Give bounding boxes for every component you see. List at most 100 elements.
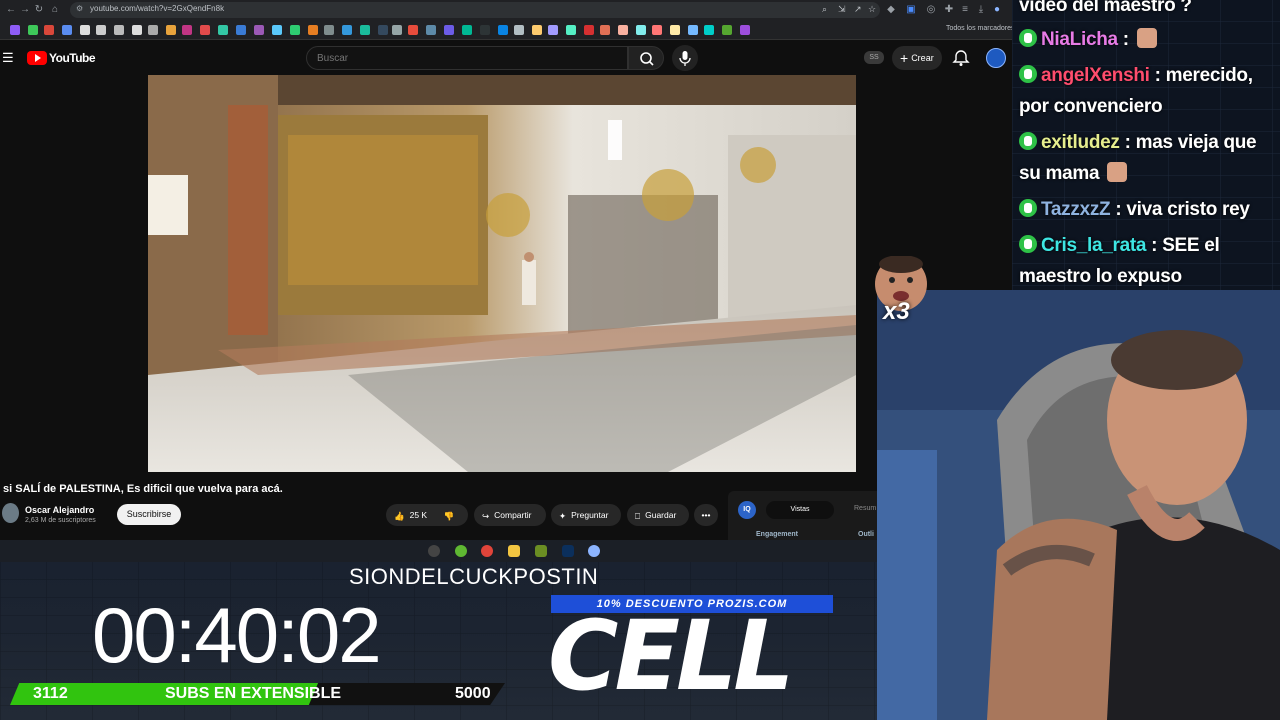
bookmark-icon[interactable] bbox=[514, 25, 524, 35]
tab-views[interactable]: Vistas bbox=[766, 501, 834, 519]
bookmark-icon[interactable] bbox=[636, 25, 646, 35]
more-actions-button[interactable]: ••• bbox=[694, 504, 718, 526]
photoshop-icon[interactable] bbox=[562, 545, 574, 557]
bookmark-star-icon[interactable]: ☆ bbox=[868, 4, 876, 15]
chat-message-text: : bbox=[1117, 29, 1134, 50]
bookmark-icon[interactable] bbox=[236, 25, 246, 35]
bookmark-icon[interactable] bbox=[652, 25, 662, 35]
bookmark-icon[interactable] bbox=[600, 25, 610, 35]
profile-icon[interactable]: ● bbox=[990, 3, 1004, 17]
bookmark-icon[interactable] bbox=[96, 25, 106, 35]
bookmark-icon[interactable] bbox=[80, 25, 90, 35]
bookmark-icon[interactable] bbox=[114, 25, 124, 35]
bookmark-icon[interactable] bbox=[290, 25, 300, 35]
bookmark-icon[interactable] bbox=[566, 25, 576, 35]
dislike-thumb-icon[interactable]: 👎 bbox=[443, 505, 454, 527]
bookmark-icon[interactable] bbox=[408, 25, 418, 35]
reload-icon[interactable]: ↻ bbox=[32, 3, 46, 17]
site-info-icon[interactable]: ⚙ bbox=[76, 4, 83, 13]
chrome-icon[interactable] bbox=[481, 545, 493, 557]
youtube-logo-icon[interactable] bbox=[27, 51, 47, 65]
back-icon[interactable]: ← bbox=[4, 3, 18, 17]
subscribe-button[interactable]: Suscribirse bbox=[117, 504, 181, 525]
bookmark-icon[interactable] bbox=[308, 25, 318, 35]
all-bookmarks-folder[interactable]: Todos los marcadores bbox=[946, 25, 1014, 32]
bookmark-icon[interactable] bbox=[722, 25, 732, 35]
channel-name[interactable]: Oscar Alejandro bbox=[25, 505, 94, 515]
search-field[interactable] bbox=[306, 46, 628, 70]
ss-badge[interactable]: SS bbox=[864, 51, 884, 64]
bookmark-icon[interactable] bbox=[254, 25, 264, 35]
bookmark-icon[interactable] bbox=[704, 25, 714, 35]
outline-label: Outli bbox=[858, 531, 874, 538]
share-icon[interactable]: ↗ bbox=[854, 4, 862, 15]
like-thumb-icon[interactable]: 👍 bbox=[394, 505, 405, 527]
bookmark-icon[interactable] bbox=[392, 25, 402, 35]
home-icon[interactable]: ⌂ bbox=[48, 3, 62, 17]
bookmark-icon[interactable] bbox=[480, 25, 490, 35]
bookmark-icon[interactable] bbox=[166, 25, 176, 35]
search-button[interactable] bbox=[628, 46, 664, 70]
save-button[interactable]: ⎕ Guardar bbox=[627, 504, 689, 526]
extensions-puzzle-icon[interactable]: ✚ bbox=[942, 3, 956, 17]
taskbar-app-icon[interactable] bbox=[535, 545, 547, 557]
bookmark-icon[interactable] bbox=[618, 25, 628, 35]
bookmark-icon[interactable] bbox=[462, 25, 472, 35]
address-bar[interactable]: ⚙ youtube.com/watch?v=2GxQendFn8k ⌕ ⇲ ↗ … bbox=[70, 2, 880, 18]
bookmark-icon[interactable] bbox=[342, 25, 352, 35]
bookmark-icon[interactable] bbox=[498, 25, 508, 35]
notifications-bell-icon[interactable] bbox=[952, 49, 970, 67]
bookmark-icon[interactable] bbox=[584, 25, 594, 35]
taskbar-app-icon[interactable] bbox=[455, 545, 467, 557]
bookmark-icon[interactable] bbox=[532, 25, 542, 35]
user-avatar[interactable] bbox=[986, 48, 1006, 68]
bookmark-icon[interactable] bbox=[548, 25, 558, 35]
bookmark-icon[interactable] bbox=[10, 25, 20, 35]
bookmark-icon[interactable] bbox=[378, 25, 388, 35]
taskbar-app-icon[interactable] bbox=[588, 545, 600, 557]
bookmark-icon[interactable] bbox=[44, 25, 54, 35]
hamburger-menu-icon[interactable]: ☰ bbox=[2, 50, 14, 66]
zoom-icon[interactable]: ⌕ bbox=[822, 4, 827, 15]
folder-icon[interactable] bbox=[508, 545, 520, 557]
bookmark-icon[interactable] bbox=[426, 25, 436, 35]
bookmark-icon[interactable] bbox=[740, 25, 750, 35]
video-player[interactable] bbox=[148, 75, 856, 472]
bookmark-icon[interactable] bbox=[218, 25, 228, 35]
channel-avatar[interactable] bbox=[2, 503, 19, 523]
bookmark-icon[interactable] bbox=[324, 25, 334, 35]
youtube-logo-text[interactable]: YouTube bbox=[49, 51, 96, 65]
bookmark-icon[interactable] bbox=[148, 25, 158, 35]
bookmark-icon[interactable] bbox=[444, 25, 454, 35]
extension-icon-1[interactable]: ◆ bbox=[884, 3, 898, 17]
bookmark-icon[interactable] bbox=[670, 25, 680, 35]
share-button[interactable]: ↪ Compartir bbox=[474, 504, 546, 526]
download-icon[interactable]: ⤓ bbox=[974, 3, 988, 17]
bookmark-icon[interactable] bbox=[62, 25, 72, 35]
taskbar-app-icon[interactable] bbox=[428, 545, 440, 557]
bookmark-icon[interactable] bbox=[200, 25, 210, 35]
install-icon[interactable]: ⇲ bbox=[838, 4, 846, 15]
search-input[interactable] bbox=[307, 47, 627, 69]
bookmark-icon[interactable] bbox=[360, 25, 370, 35]
ask-button[interactable]: ✦ Preguntar bbox=[551, 504, 621, 526]
bookmark-icon[interactable] bbox=[182, 25, 192, 35]
extension-icon-3[interactable]: ◎ bbox=[924, 3, 938, 17]
bookmark-icon[interactable] bbox=[272, 25, 282, 35]
chat-message: Cris_la_rata : SEE el maestro lo expuso bbox=[1019, 230, 1277, 292]
bookmark-icon[interactable] bbox=[132, 25, 142, 35]
extension-logo[interactable]: IQ bbox=[738, 501, 756, 519]
voice-search-button[interactable] bbox=[672, 45, 698, 71]
bookmarks-bar: Todos los marcadores bbox=[0, 20, 1014, 40]
reading-list-icon[interactable]: ≡ bbox=[958, 3, 972, 17]
tab-summary[interactable]: Resum bbox=[854, 505, 876, 512]
scrolling-ticker: SIONDELCUCKPOSTIN bbox=[349, 564, 599, 589]
create-button[interactable]: + Crear bbox=[892, 46, 942, 70]
like-count[interactable]: 25 K bbox=[410, 510, 428, 520]
forward-icon[interactable]: → bbox=[18, 3, 32, 17]
bookmark-icon[interactable] bbox=[28, 25, 38, 35]
extension-icon-2[interactable]: ▣ bbox=[904, 3, 918, 17]
chat-message: NiaLicha : bbox=[1019, 24, 1277, 56]
save-label: Guardar bbox=[645, 510, 677, 520]
bookmark-icon[interactable] bbox=[688, 25, 698, 35]
